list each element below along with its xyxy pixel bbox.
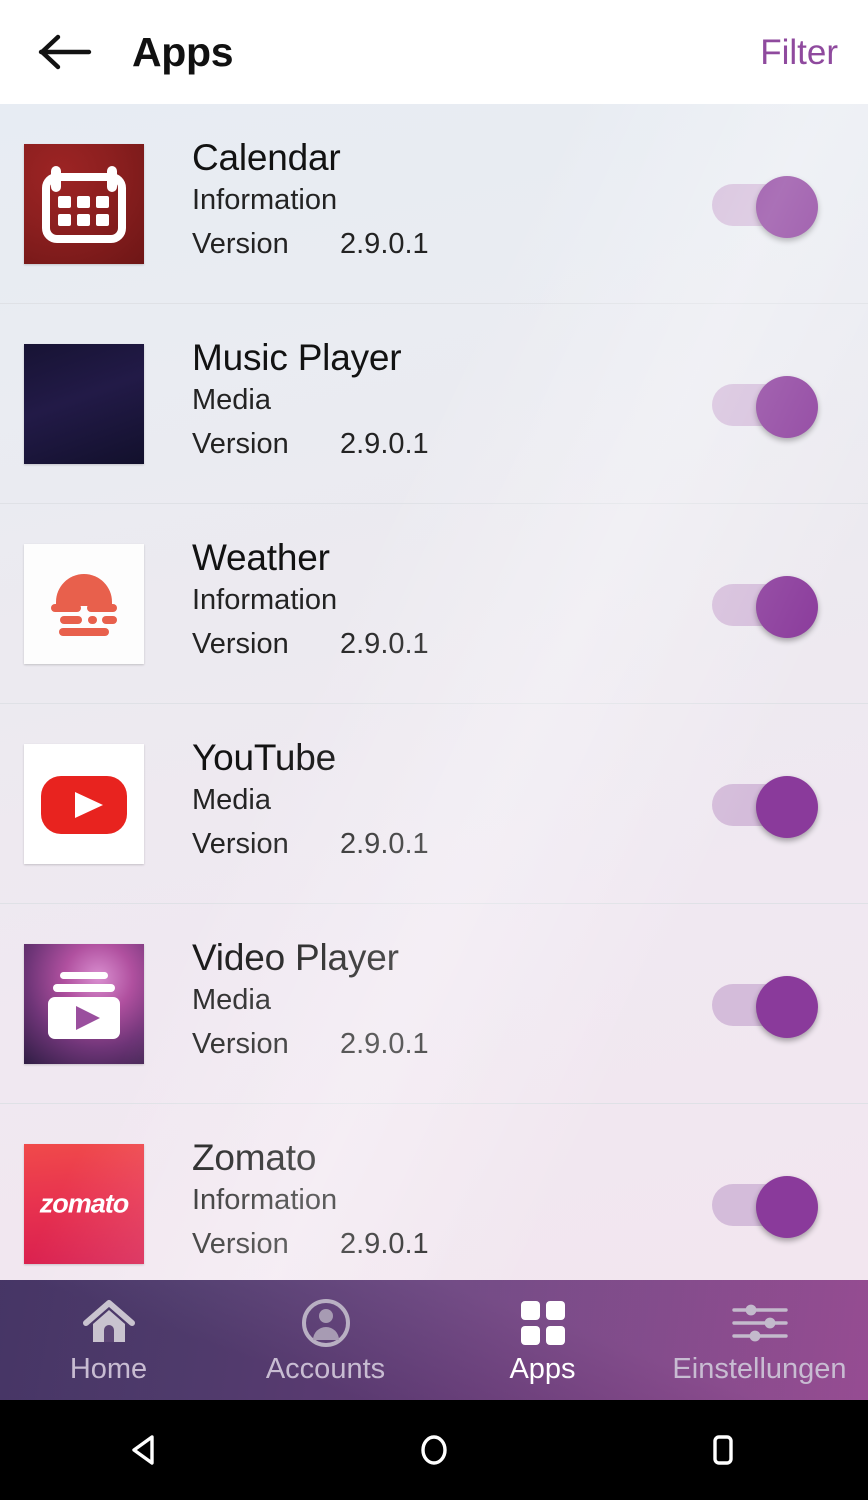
table-row[interactable]: Music Player Media Version 2.9.0.1 [0, 304, 868, 504]
toggle-thumb [756, 975, 818, 1038]
app-info: Video Player Media Version 2.9.0.1 [144, 938, 712, 1068]
app-version: Version 2.9.0.1 [192, 223, 712, 267]
version-value: 2.9.0.1 [340, 628, 429, 661]
table-row[interactable]: zomato Zomato Information Version 2.9.0.… [0, 1104, 868, 1280]
app-version: Version 2.9.0.1 [192, 823, 712, 867]
bottom-tab-bar: Home Accounts Apps Einstellungen [0, 1280, 868, 1400]
table-row[interactable]: Video Player Media Version 2.9.0.1 [0, 904, 868, 1104]
app-enable-toggle[interactable] [712, 975, 824, 1038]
toggle-thumb [756, 1175, 818, 1238]
table-row[interactable]: Weather Information Version 2.9.0.1 [0, 504, 868, 704]
system-home-button[interactable] [289, 1430, 578, 1470]
app-name: YouTube [192, 737, 336, 779]
arrow-left-icon [38, 34, 92, 70]
phone-screen: Apps Filter Calendar Information Version… [0, 0, 868, 1500]
page-title: Apps [132, 28, 234, 75]
version-value: 2.9.0.1 [340, 1228, 429, 1261]
zomato-wordmark-text: zomato [39, 1188, 130, 1218]
version-label: Version [192, 228, 289, 261]
app-version: Version 2.9.0.1 [192, 1023, 712, 1067]
system-back-button[interactable] [0, 1430, 289, 1470]
toggle-thumb [756, 775, 818, 838]
app-enable-toggle[interactable] [712, 775, 824, 838]
account-circle-icon [300, 1297, 352, 1349]
version-value: 2.9.0.1 [340, 228, 429, 261]
version-value: 2.9.0.1 [340, 828, 429, 861]
grid-apps-icon [518, 1297, 568, 1349]
app-category: Media [192, 384, 271, 417]
table-row[interactable]: YouTube Media Version 2.9.0.1 [0, 704, 868, 904]
app-enable-toggle[interactable] [712, 575, 824, 638]
app-category: Information [192, 184, 338, 217]
tab-einstellungen[interactable]: Einstellungen [651, 1280, 868, 1400]
system-recents-button[interactable] [579, 1430, 868, 1470]
calendar-icon [24, 143, 144, 264]
version-label: Version [192, 1028, 289, 1061]
app-name: Zomato [192, 1137, 317, 1179]
tab-apps[interactable]: Apps [434, 1280, 651, 1400]
app-version: Version 2.9.0.1 [192, 1223, 712, 1267]
version-label: Version [192, 828, 289, 861]
version-label: Version [192, 1228, 289, 1261]
tab-accounts-label: Accounts [265, 1352, 386, 1385]
apps-list[interactable]: Calendar Information Version 2.9.0.1 Mus… [0, 104, 868, 1280]
version-label: Version [192, 428, 289, 461]
app-version: Version 2.9.0.1 [192, 623, 712, 667]
filter-button[interactable]: Filter [760, 35, 842, 70]
app-name: Calendar [192, 137, 341, 179]
app-category: Information [192, 1184, 338, 1217]
app-enable-toggle[interactable] [712, 1175, 824, 1238]
square-recents-icon [713, 1435, 734, 1465]
table-row[interactable]: Calendar Information Version 2.9.0.1 [0, 104, 868, 304]
sliders-settings-icon [730, 1297, 790, 1349]
audio-waveform-icon [24, 343, 144, 464]
tab-home-label: Home [69, 1352, 148, 1385]
toggle-thumb [756, 375, 818, 438]
app-name: Music Player [192, 337, 402, 379]
app-category: Media [192, 984, 271, 1017]
app-info: YouTube Media Version 2.9.0.1 [144, 738, 712, 868]
youtube-play-icon [24, 743, 144, 864]
app-info: Calendar Information Version 2.9.0.1 [144, 138, 712, 268]
tab-accounts[interactable]: Accounts [217, 1280, 434, 1400]
app-info: Music Player Media Version 2.9.0.1 [144, 338, 712, 468]
triangle-back-icon [131, 1435, 154, 1465]
home-icon [81, 1297, 137, 1349]
toggle-thumb [756, 575, 818, 638]
version-value: 2.9.0.1 [340, 1028, 429, 1061]
video-cards-play-icon [24, 943, 144, 1064]
version-label: Version [192, 628, 289, 661]
app-version: Version 2.9.0.1 [192, 423, 712, 467]
zomato-wordmark-icon: zomato [24, 1143, 144, 1264]
app-category: Media [192, 784, 271, 817]
app-info: Weather Information Version 2.9.0.1 [144, 538, 712, 668]
toggle-thumb [756, 175, 818, 238]
app-enable-toggle[interactable] [712, 175, 824, 238]
sunset-cloud-icon [24, 543, 144, 664]
circle-home-icon [421, 1435, 447, 1465]
app-info: Zomato Information Version 2.9.0.1 [144, 1138, 712, 1268]
tab-apps-label: Apps [509, 1352, 576, 1385]
tab-einstellungen-label: Einstellungen [672, 1352, 847, 1385]
system-navigation-bar [0, 1400, 868, 1500]
back-button[interactable] [30, 17, 100, 87]
app-name: Video Player [192, 937, 399, 979]
app-name: Weather [192, 537, 330, 579]
tab-home[interactable]: Home [0, 1280, 217, 1400]
app-enable-toggle[interactable] [712, 375, 824, 438]
app-category: Information [192, 584, 338, 617]
version-value: 2.9.0.1 [340, 428, 429, 461]
app-bar: Apps Filter [0, 0, 868, 104]
